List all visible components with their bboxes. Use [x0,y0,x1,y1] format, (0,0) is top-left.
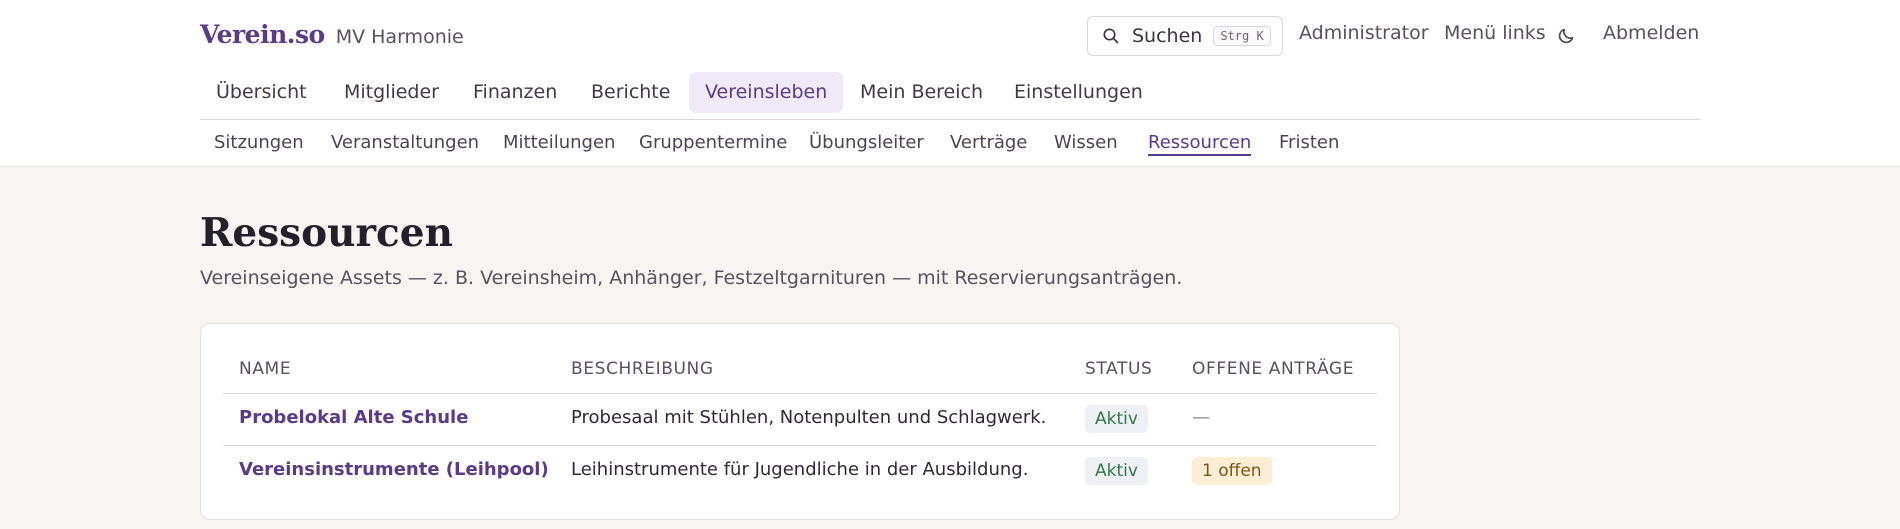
brand: Verein.so MV Harmonie [200,20,464,49]
tab-mein-bereich[interactable]: Mein Bereich [844,72,999,113]
table-row: Vereinsinstrumente (Leihpool) Leihinstru… [223,445,1377,497]
page-title: Ressourcen [200,210,453,256]
moon-icon[interactable] [1557,25,1577,45]
main-nav: Übersicht Mitglieder Finanzen Berichte V… [200,72,1700,120]
column-header-status: STATUS [1085,359,1153,379]
tab-uebersicht[interactable]: Übersicht [200,72,323,113]
open-requests-badge[interactable]: 1 offen [1192,457,1272,485]
admin-link[interactable]: Administrator [1299,22,1429,44]
tab-mitglieder[interactable]: Mitglieder [328,72,455,113]
subnav-ressourcen[interactable]: Ressourcen [1148,132,1252,156]
column-header-description: BESCHREIBUNG [571,359,714,379]
search-icon [1102,27,1120,45]
status-badge: Aktiv [1085,405,1148,433]
subnav-wissen[interactable]: Wissen [1054,132,1118,153]
page-description: Vereinseigene Assets — z. B. Vereinsheim… [200,267,1183,289]
top-bar: Verein.so MV Harmonie Suchen Strg K Admi… [0,0,1900,167]
organization-name: MV Harmonie [335,26,464,48]
open-requests-value: — [1192,407,1210,428]
logo[interactable]: Verein.so [200,20,325,49]
column-header-name: NAME [239,359,292,379]
subnav-veranstaltungen[interactable]: Veranstaltungen [331,132,479,153]
table-row: Probelokal Alte Schule Probesaal mit Stü… [223,393,1377,445]
logout-link[interactable]: Abmelden [1603,22,1699,44]
search-shortcut: Strg K [1213,26,1271,46]
resource-description: Probesaal mit Stühlen, Notenpulten und S… [571,407,1047,428]
subnav-gruppentermine[interactable]: Gruppentermine [639,132,787,153]
menu-position-link[interactable]: Menü links [1444,22,1546,44]
column-header-open-requests: OFFENE ANTRÄGE [1192,359,1355,379]
resource-description: Leihinstrumente für Jugendliche in der A… [571,459,1029,480]
subnav-fristen[interactable]: Fristen [1279,132,1339,153]
tab-einstellungen[interactable]: Einstellungen [998,72,1159,113]
search-button[interactable]: Suchen Strg K [1087,16,1283,56]
tab-vereinsleben[interactable]: Vereinsleben [689,72,844,113]
subnav-sitzungen[interactable]: Sitzungen [214,132,304,153]
resource-name-link[interactable]: Probelokal Alte Schule [239,407,468,428]
subnav-vertraege[interactable]: Verträge [950,132,1027,153]
subnav-uebungsleiter[interactable]: Übungsleiter [809,132,924,153]
resource-name-link[interactable]: Vereinsinstrumente (Leihpool) [239,459,549,480]
status-badge: Aktiv [1085,457,1148,485]
resources-table-card: NAME BESCHREIBUNG STATUS OFFENE ANTRÄGE … [200,323,1400,520]
subnav-mitteilungen[interactable]: Mitteilungen [503,132,615,153]
tab-berichte[interactable]: Berichte [575,72,686,113]
search-label: Suchen [1132,25,1203,47]
tab-finanzen[interactable]: Finanzen [457,72,573,113]
